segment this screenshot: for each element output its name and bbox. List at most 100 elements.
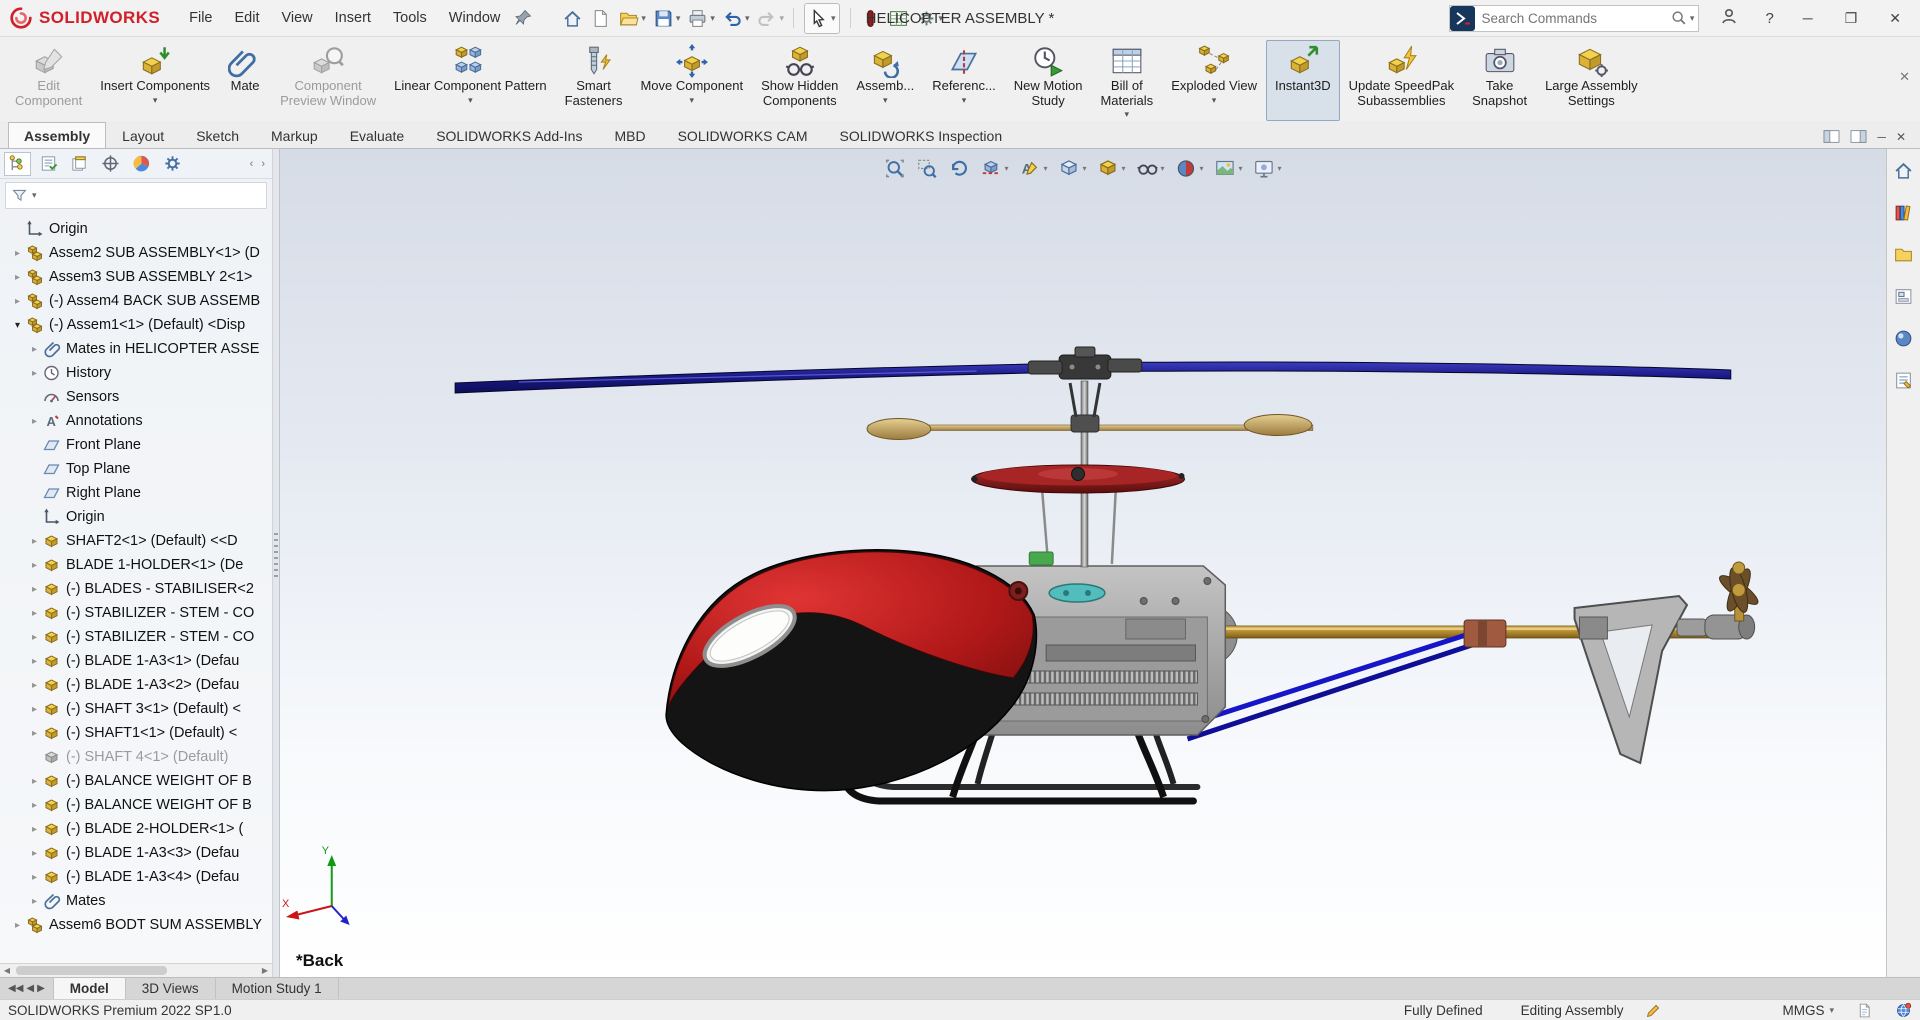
panel-tab-configurationmanager[interactable] xyxy=(66,152,93,176)
expand-arrow-icon[interactable]: ▸ xyxy=(27,584,42,595)
splitter-grip[interactable] xyxy=(274,533,278,579)
instant3d-button[interactable]: Instant3D xyxy=(1266,40,1340,121)
panel-tab-cam-manager[interactable] xyxy=(159,152,186,176)
previous-view-button[interactable] xyxy=(946,156,971,181)
pane-left-icon[interactable] xyxy=(1823,129,1840,144)
expand-arrow-icon[interactable]: ▸ xyxy=(27,872,42,883)
tree-item-assem2-sub-assembly-1-d-1[interactable]: ▸Assem2 SUB ASSEMBLY<1> (D xyxy=(0,241,272,265)
menu-tools[interactable]: Tools xyxy=(382,4,438,32)
show-hidden-components-button[interactable]: Show HiddenComponents xyxy=(752,40,847,121)
large-assembly-settings-button[interactable]: Large AssemblySettings xyxy=(1536,40,1647,121)
tree-item-assem4-back-sub-assemb-3[interactable]: ▸(-) Assem4 BACK SUB ASSEMB xyxy=(0,289,272,313)
tail-fin[interactable] xyxy=(1575,596,1687,763)
tree-item-blade-1-a3-4-defau-27[interactable]: ▸(-) BLADE 1-A3<4> (Defau xyxy=(0,865,272,889)
undo-button[interactable]: ▾ xyxy=(719,4,753,33)
panel-splitter[interactable] xyxy=(272,149,280,977)
minimize-pane-icon[interactable]: ─ xyxy=(1877,130,1886,144)
menu-view[interactable]: View xyxy=(270,4,323,32)
tree-item-front-plane-9[interactable]: Front Plane xyxy=(0,433,272,457)
filter-caret[interactable]: ▾ xyxy=(32,190,37,201)
dropdown-caret-icon[interactable]: ▾ xyxy=(1161,164,1165,173)
expand-arrow-icon[interactable]: ▸ xyxy=(27,368,42,379)
mate-button[interactable]: Mate xyxy=(219,40,271,121)
expand-arrow-icon[interactable]: ▸ xyxy=(27,416,42,427)
tab-evaluate[interactable]: Evaluate xyxy=(334,122,420,148)
zoom-area-button[interactable] xyxy=(914,156,939,181)
help-button[interactable]: ? xyxy=(1759,8,1779,29)
tree-item-right-plane-11[interactable]: Right Plane xyxy=(0,481,272,505)
search-commands-box[interactable]: ▾ xyxy=(1449,5,1699,32)
taskpane-file-explorer-button[interactable] xyxy=(1890,241,1918,268)
expand-arrow-icon[interactable]: ▸ xyxy=(27,824,42,835)
tree-item-shaft-3-1-default-20[interactable]: ▸(-) SHAFT 3<1> (Default) < xyxy=(0,697,272,721)
select-button[interactable]: ▾ xyxy=(804,3,840,34)
tree-item-blades-stabiliser-2-15[interactable]: ▸(-) BLADES - STABILISER<2 xyxy=(0,577,272,601)
unit-system-selector[interactable]: MMGS ▾ xyxy=(1782,1003,1834,1018)
tab-solidworks-add-ins[interactable]: SOLIDWORKS Add-Ins xyxy=(420,122,598,148)
doc-properties-icon[interactable] xyxy=(1856,1002,1873,1019)
stabilizer-disc[interactable] xyxy=(972,465,1185,493)
tree-item-shaft-4-1-default-22[interactable]: (-) SHAFT 4<1> (Default) xyxy=(0,745,272,769)
save-button[interactable]: ▾ xyxy=(650,4,684,33)
doc-tab-motion-study-1[interactable]: Motion Study 1 xyxy=(216,978,339,999)
expand-arrow-icon[interactable]: ▸ xyxy=(27,608,42,619)
linear-component-pattern-button[interactable]: Linear Component Pattern▾ xyxy=(385,40,555,121)
taskpane-home-button[interactable] xyxy=(1890,157,1918,184)
tree-item-shaft1-1-default-21[interactable]: ▸(-) SHAFT1<1> (Default) < xyxy=(0,721,272,745)
display-style-button[interactable]: ▾ xyxy=(1095,156,1127,181)
undo-caret[interactable]: ▾ xyxy=(745,13,750,24)
taskpane-appearances-button[interactable] xyxy=(1890,325,1918,352)
ribbon-close-icon[interactable]: ✕ xyxy=(1899,69,1910,85)
flybar[interactable] xyxy=(867,383,1313,440)
expand-arrow-icon[interactable]: ▸ xyxy=(27,776,42,787)
open-button[interactable]: ▾ xyxy=(615,4,649,33)
scroll-thumb[interactable] xyxy=(16,966,167,975)
tree-item-annotations-8[interactable]: ▸AAnnotations xyxy=(0,409,272,433)
update-speedpak-subassemblies-button[interactable]: Update SpeedPakSubassemblies xyxy=(1340,40,1464,121)
taskpane-custom-properties-button[interactable] xyxy=(1890,367,1918,394)
expand-arrow-icon[interactable]: ▾ xyxy=(10,320,25,331)
insert-components-button[interactable]: Insert Components▾ xyxy=(91,40,219,121)
tab-layout[interactable]: Layout xyxy=(106,122,180,148)
expand-arrow-icon[interactable]: ▸ xyxy=(27,680,42,691)
expand-arrow-icon[interactable]: ▸ xyxy=(10,272,25,283)
helicopter-model[interactable]: Y X xyxy=(280,149,1886,977)
tree-item-assem3-sub-assembly-2-1-2[interactable]: ▸Assem3 SUB ASSEMBLY 2<1> xyxy=(0,265,272,289)
tab-scroll-prev-icon[interactable]: ◀ xyxy=(26,983,34,994)
taskpane-design-library-button[interactable] xyxy=(1890,199,1918,226)
dropdown-caret-icon[interactable]: ▾ xyxy=(1082,164,1086,173)
menu-insert[interactable]: Insert xyxy=(324,4,382,32)
panel-tabs-scroll-left-icon[interactable]: ‹ xyxy=(247,158,257,170)
taskpane-view-palette-button[interactable] xyxy=(1890,283,1918,310)
component-preview-window-button[interactable]: ComponentPreview Window xyxy=(271,40,385,121)
scroll-right-icon[interactable]: ▶ xyxy=(258,966,272,975)
expand-arrow-icon[interactable]: ▸ xyxy=(27,656,42,667)
restore-button[interactable]: ❐ xyxy=(1836,8,1867,29)
tree-item-assem1-1-default-disp-4[interactable]: ▾(-) Assem1<1> (Default) <Disp xyxy=(0,313,272,337)
new-doc-button[interactable] xyxy=(587,4,614,33)
tree-item-blade-2-holder-1-25[interactable]: ▸(-) BLADE 2-HOLDER<1> ( xyxy=(0,817,272,841)
close-button[interactable]: ✕ xyxy=(1880,8,1910,29)
expand-arrow-icon[interactable]: ▸ xyxy=(27,560,42,571)
canopy[interactable] xyxy=(666,550,1036,791)
home-button[interactable] xyxy=(559,4,586,33)
expand-arrow-icon[interactable]: ▸ xyxy=(27,704,42,715)
apply-scene-button[interactable]: ▾ xyxy=(1213,156,1245,181)
panel-tab-displaymanager[interactable] xyxy=(128,152,155,176)
menu-file[interactable]: File xyxy=(178,4,223,32)
bill-of-materials-button[interactable]: Bill ofMaterials▾ xyxy=(1091,40,1162,121)
tree-item-mates-28[interactable]: ▸Mates xyxy=(0,889,272,913)
print-caret[interactable]: ▾ xyxy=(710,13,715,24)
view-orientation-button[interactable]: ▾ xyxy=(1056,156,1088,181)
pin-menubar-icon[interactable] xyxy=(513,8,533,28)
zoom-fit-button[interactable] xyxy=(882,156,907,181)
tab-sketch[interactable]: Sketch xyxy=(180,122,255,148)
panel-tab-propertymanager[interactable] xyxy=(35,152,62,176)
search-input[interactable] xyxy=(1475,11,1669,26)
save-caret[interactable]: ▾ xyxy=(676,13,681,24)
panel-tab-featuremanager[interactable] xyxy=(4,152,31,176)
expand-arrow-icon[interactable]: ▸ xyxy=(10,920,25,931)
tree-item-assem6-bodt-sum-assembly-29[interactable]: ▸Assem6 BODT SUM ASSEMBLY xyxy=(0,913,272,937)
tab-mbd[interactable]: MBD xyxy=(598,122,661,148)
tree-item-origin-0[interactable]: Origin xyxy=(0,217,272,241)
